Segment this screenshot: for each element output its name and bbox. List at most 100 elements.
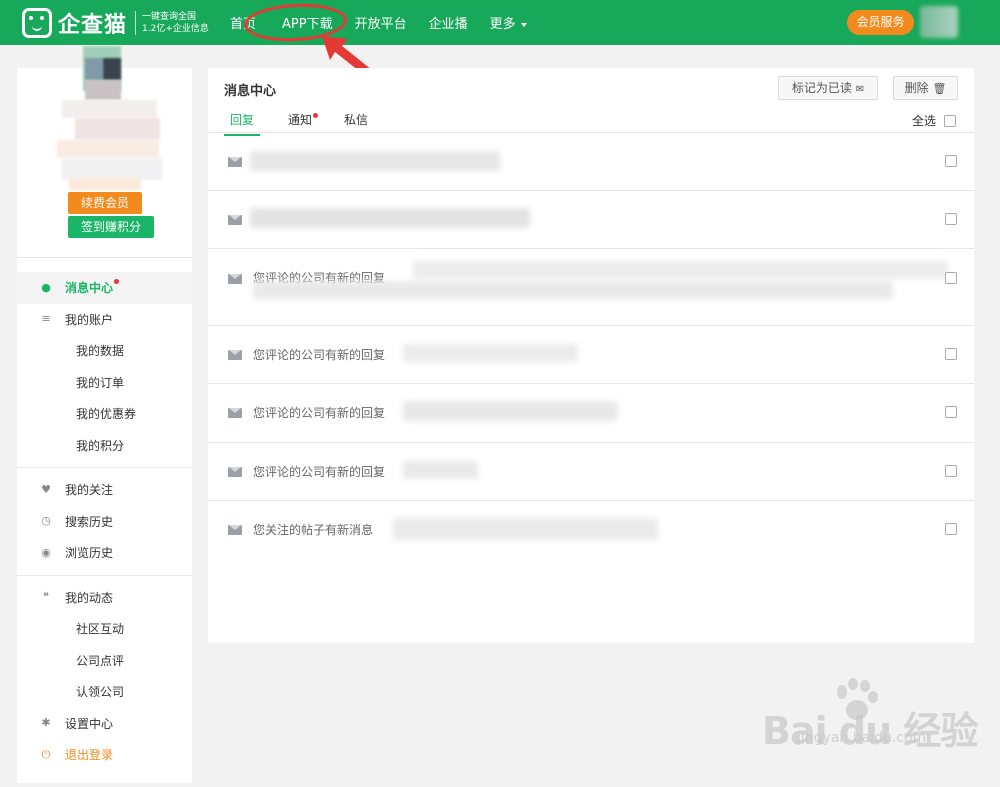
clock-icon: ◷: [41, 514, 51, 528]
sidebar-item-label: 搜索历史: [65, 514, 114, 529]
message-text: 您评论的公司有新的回复: [253, 406, 386, 420]
list-item[interactable]: [208, 191, 974, 249]
watermark-brand: Bai du 经验: [762, 709, 978, 753]
list-item[interactable]: [208, 133, 974, 191]
sidebar-item-my-data[interactable]: 我的数据: [17, 335, 192, 367]
page-title: 消息中心: [224, 84, 277, 99]
menu-divider: [17, 467, 192, 468]
sidebar-item-my-account[interactable]: ≡ 我的账户: [17, 304, 192, 336]
row-checkbox[interactable]: [945, 406, 957, 418]
heart-icon: ♥: [41, 482, 51, 496]
sidebar-item-my-points[interactable]: 我的积分: [17, 430, 192, 462]
sidebar-item-browse-history[interactable]: ◉ 浏览历史: [17, 537, 192, 569]
sidebar-item-label: 设置中心: [65, 716, 114, 731]
profile-card: 续费会员 签到赚积分: [17, 46, 192, 258]
gear-icon: ✱: [41, 716, 51, 730]
username-blur: [62, 158, 162, 180]
envelope-icon: [228, 525, 242, 535]
blurred-content: [413, 261, 948, 279]
envelope-icon: [228, 467, 242, 477]
comments-icon: ❝: [43, 590, 49, 604]
sidebar-item-community[interactable]: 社区互动: [17, 613, 192, 645]
mark-as-read-button[interactable]: 标记为已读 ✉: [778, 76, 878, 100]
sidebar-item-label: 浏览历史: [65, 546, 114, 561]
row-checkbox[interactable]: [945, 523, 957, 535]
power-icon: ⏻: [41, 747, 51, 761]
list-item[interactable]: 您关注的帖子有新消息: [208, 501, 974, 559]
database-icon: ≡: [41, 312, 51, 326]
message-text: 您评论的公司有新的回复: [253, 348, 386, 362]
site-logo[interactable]: 企查猫 一键查询全国 1.2亿+企业信息: [22, 7, 209, 39]
envelope-icon: [228, 157, 242, 167]
envelope-icon: [228, 274, 242, 284]
blurred-content: [250, 151, 500, 171]
row-checkbox[interactable]: [945, 213, 957, 225]
row-checkbox[interactable]: [945, 272, 957, 284]
message-center-panel: 消息中心 标记为已读 ✉ 删除 🗑 回复 通知 私信 全选 您评论的公司有新的回…: [208, 68, 974, 643]
sidebar-item-label: 消息中心: [65, 281, 114, 296]
row-checkbox[interactable]: [945, 155, 957, 167]
list-item[interactable]: 您评论的公司有新的回复: [208, 326, 974, 384]
avatar-pixel: [103, 58, 121, 80]
user-avatar[interactable]: [920, 6, 958, 38]
sidebar-item-label: 我的动态: [65, 590, 114, 605]
blurred-content: [403, 344, 578, 362]
row-checkbox[interactable]: [945, 348, 957, 360]
sidebar-item-settings[interactable]: ✱ 设置中心: [17, 708, 192, 740]
logo-divider: [135, 11, 137, 35]
watermark-url: jingyan.baidu.com: [797, 730, 927, 746]
select-all-label: 全选: [912, 114, 937, 128]
list-item[interactable]: 您评论的公司有新的回复: [208, 249, 974, 326]
blurred-content: [253, 281, 893, 299]
avatar-pixel: [85, 58, 103, 80]
delete-label: 删除: [904, 81, 929, 95]
cat-logo-icon: [22, 8, 52, 38]
checkin-points-button[interactable]: 签到赚积分: [68, 216, 154, 238]
select-all-checkbox[interactable]: [944, 114, 957, 127]
list-item[interactable]: 您评论的公司有新的回复: [208, 443, 974, 501]
delete-button[interactable]: 删除 🗑: [893, 76, 958, 100]
avatar-pixel: [85, 80, 121, 100]
username-blur: [62, 100, 157, 118]
select-all[interactable]: 全选: [912, 112, 957, 129]
message-text: 您关注的帖子有新消息: [253, 523, 374, 537]
chat-bubble-icon: ●: [41, 280, 51, 294]
blurred-content: [403, 461, 478, 479]
nav-more-dropdown[interactable]: 更多: [490, 13, 527, 32]
renew-membership-button[interactable]: 续费会员: [68, 192, 142, 214]
sidebar-item-claim-company[interactable]: 认领公司: [17, 676, 192, 708]
envelope-icon: [228, 350, 242, 360]
sidebar-item-my-orders[interactable]: 我的订单: [17, 367, 192, 399]
top-navigation-bar: 企查猫 一键查询全国 1.2亿+企业信息 首页 APP下载 开放平台 企业播 更…: [0, 0, 1000, 45]
unread-dot: [313, 113, 319, 118]
blurred-content: [250, 208, 530, 228]
envelope-icon: [228, 408, 242, 418]
list-item[interactable]: 您评论的公司有新的回复: [208, 384, 974, 443]
user-sidebar: 续费会员 签到赚积分 ● 消息中心 ≡ 我的账户 我的数据 我的订单 我的优惠券…: [17, 46, 192, 783]
vip-service-button[interactable]: 会员服务: [847, 10, 914, 35]
nav-enterprise-broadcast[interactable]: 企业播: [429, 13, 468, 32]
sidebar-item-logout[interactable]: ⏻ 退出登录: [17, 739, 192, 771]
sidebar-item-company-reviews[interactable]: 公司点评: [17, 645, 192, 677]
sidebar-item-my-follows[interactable]: ♥ 我的关注: [17, 474, 192, 506]
blurred-content: [403, 401, 618, 421]
envelope-open-icon: ✉: [855, 84, 865, 95]
username-blur: [69, 178, 141, 190]
sidebar-menu: ● 消息中心 ≡ 我的账户 我的数据 我的订单 我的优惠券 我的积分 ♥ 我的关…: [17, 258, 192, 771]
username-blur: [75, 118, 160, 140]
slogan-line-1: 一键查询全国: [142, 12, 197, 22]
sidebar-item-my-coupons[interactable]: 我的优惠券: [17, 398, 192, 430]
sidebar-item-message-center[interactable]: ● 消息中心: [17, 272, 192, 304]
sidebar-item-my-activity[interactable]: ❝ 我的动态: [17, 582, 192, 614]
sidebar-item-label: 我的账户: [65, 312, 114, 327]
blurred-content: [393, 518, 658, 540]
row-checkbox[interactable]: [945, 465, 957, 477]
logo-text: 企查猫: [58, 13, 128, 38]
browse-icon: ◉: [41, 545, 51, 559]
tab-label: 通知: [288, 113, 313, 127]
message-text: 您评论的公司有新的回复: [253, 465, 386, 479]
envelope-icon: [228, 215, 242, 225]
menu-divider: [17, 574, 192, 576]
logo-slogan: 一键查询全国 1.2亿+企业信息: [142, 11, 209, 35]
sidebar-item-search-history[interactable]: ◷ 搜索历史: [17, 506, 192, 538]
